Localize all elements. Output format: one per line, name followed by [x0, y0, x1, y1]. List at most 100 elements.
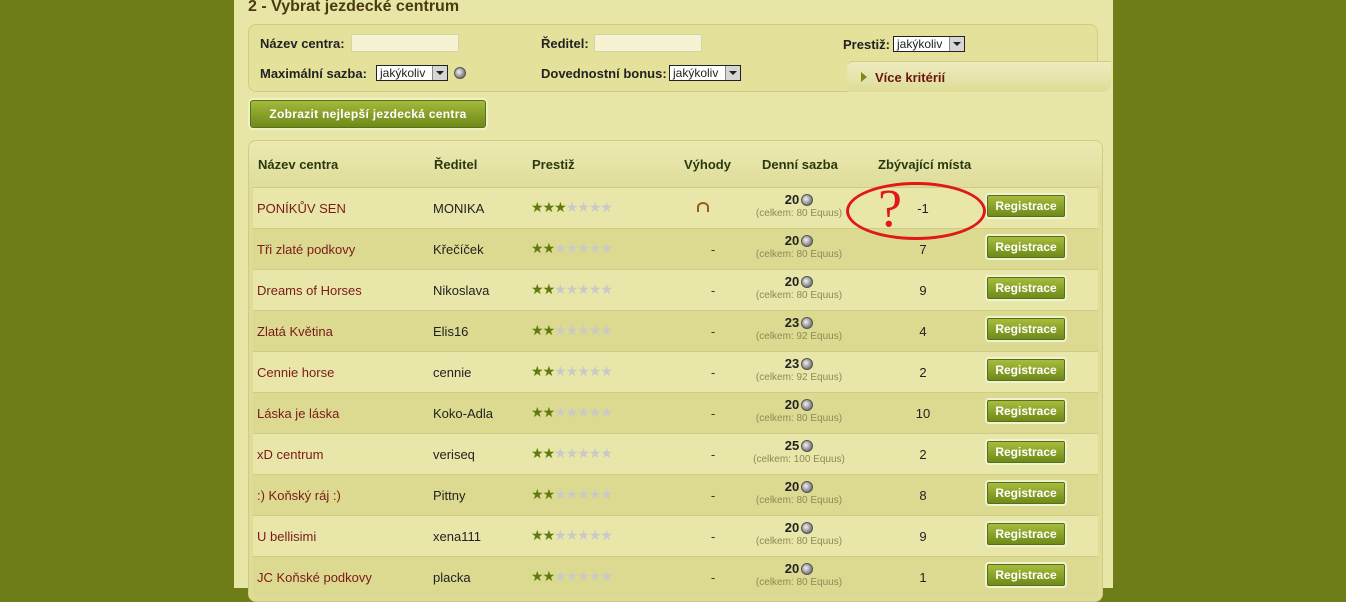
register-button[interactable]: Registrace	[987, 236, 1065, 258]
header-free-places[interactable]: Zbývající místa	[878, 157, 971, 172]
center-name-link[interactable]: :) Koňský ráj :)	[257, 488, 341, 503]
center-name-link[interactable]: U bellisimi	[257, 529, 316, 544]
table-row: :) Koňský ráj :) Pittny ★★★★★★★ - 20 (celkem:…	[253, 474, 1098, 515]
triangle-right-icon	[861, 72, 867, 82]
advantages-value: -	[710, 365, 716, 380]
advantages-value: -	[710, 488, 716, 503]
center-name-link[interactable]: xD centrum	[257, 447, 323, 462]
rate-total: (celkem: 80 Equus)	[755, 249, 843, 260]
register-button[interactable]: Registrace	[987, 318, 1065, 340]
star-icon: ★	[600, 445, 613, 461]
daily-rate: 20 (celkem: 80 Equus)	[747, 233, 851, 260]
skill-bonus-select-value: jakýkoliv	[673, 66, 719, 80]
rate-value: 20	[784, 479, 800, 494]
daily-rate: 20 (celkem: 80 Equus)	[747, 561, 851, 588]
star-icon: ★	[600, 486, 613, 502]
rate-total: (celkem: 80 Equus)	[755, 208, 843, 219]
coin-icon	[801, 399, 814, 411]
rate-value: 23	[784, 315, 800, 330]
prestige-label: Prestiž:	[843, 37, 890, 52]
free-places: 2	[919, 447, 927, 462]
prestige-stars: ★★★★★★★	[531, 282, 613, 297]
center-name-link[interactable]: Cennie horse	[257, 365, 334, 380]
annotation-question-mark: ?	[878, 178, 902, 238]
register-button[interactable]: Registrace	[987, 400, 1065, 422]
register-button[interactable]: Registrace	[987, 359, 1065, 381]
rate-total: (celkem: 80 Equus)	[755, 413, 843, 424]
table-row: U bellisimi xena111 ★★★★★★★ - 20 (celkem: 80 …	[253, 515, 1098, 556]
director-name: Elis16	[433, 324, 469, 339]
director-name: placka	[433, 570, 471, 585]
free-places: 8	[919, 488, 927, 503]
more-criteria-toggle[interactable]: Více kritérií	[847, 61, 1111, 92]
advantages-value: -	[710, 529, 716, 544]
prestige-select[interactable]: jakýkoliv	[893, 36, 965, 52]
rate-total: (celkem: 80 Equus)	[755, 290, 843, 301]
coin-icon	[454, 67, 466, 79]
register-button[interactable]: Registrace	[987, 564, 1065, 586]
prestige-stars: ★★★★★★★	[531, 486, 613, 502]
prestige-stars: ★★★★★★★	[531, 528, 613, 543]
header-name[interactable]: Název centra	[258, 157, 338, 172]
coin-icon	[801, 522, 814, 534]
chevron-down-icon	[725, 66, 740, 80]
center-name-link[interactable]: Tři zlaté podkovy	[257, 242, 355, 257]
center-name-link[interactable]: Láska je láska	[257, 406, 339, 421]
rate-total: (celkem: 92 Equus)	[755, 372, 843, 383]
daily-rate: 20 (celkem: 80 Equus)	[747, 397, 851, 424]
prestige-stars: ★★★★★★★	[531, 200, 613, 215]
horseshoe-icon	[697, 202, 709, 212]
daily-rate: 23 (celkem: 92 Equus)	[747, 315, 851, 342]
director-name: Koko-Adla	[433, 406, 493, 421]
rate-value: 23	[784, 356, 800, 371]
skill-bonus-select[interactable]: jakýkoliv	[669, 65, 741, 81]
max-rate-select[interactable]: jakýkoliv	[376, 65, 448, 81]
register-button[interactable]: Registrace	[987, 441, 1065, 463]
star-icon: ★	[600, 363, 613, 379]
coin-icon	[801, 235, 814, 247]
advantages-value: -	[710, 324, 716, 339]
director-name: veriseq	[433, 447, 475, 462]
rate-value: 20	[784, 274, 800, 289]
rate-total: (celkem: 80 Equus)	[755, 577, 843, 588]
coin-icon	[801, 317, 814, 329]
header-daily-rate[interactable]: Denní sazba	[762, 157, 838, 172]
table-header: Název centra Ředitel Prestiž Výhody Denn…	[249, 141, 1102, 187]
star-icon: ★	[600, 404, 613, 420]
prestige-stars: ★★★★★★★	[531, 404, 613, 420]
center-name-link[interactable]: Zlatá Květina	[257, 324, 333, 339]
daily-rate: 20 (celkem: 80 Equus)	[747, 479, 851, 506]
free-places: 2	[919, 365, 927, 380]
free-places: 10	[915, 406, 931, 421]
coin-icon	[801, 358, 814, 370]
header-director[interactable]: Ředitel	[434, 157, 477, 172]
table-row: JC Koňské podkovy placka ★★★★★★★ - 20 (celkem…	[253, 556, 1098, 597]
director-name: Křečíček	[433, 242, 484, 257]
center-name-input[interactable]	[351, 34, 459, 52]
register-button[interactable]: Registrace	[987, 195, 1065, 217]
register-button[interactable]: Registrace	[987, 523, 1065, 545]
director-name: cennie	[433, 365, 472, 380]
header-prestige[interactable]: Prestiž	[532, 157, 575, 172]
daily-rate: 23 (celkem: 92 Equus)	[747, 356, 851, 383]
free-places: 9	[919, 529, 927, 544]
center-name-link[interactable]: Dreams of Horses	[257, 283, 362, 298]
table-row: Tři zlaté podkovy Křečíček ★★★★★★★ - 20 (celk…	[253, 228, 1098, 269]
daily-rate: 20 (celkem: 80 Equus)	[747, 274, 851, 301]
register-button[interactable]: Registrace	[987, 482, 1065, 504]
header-advantages[interactable]: Výhody	[684, 157, 731, 172]
table-row: Cennie horse cennie ★★★★★★★ - 23 (celkem: 92 …	[253, 351, 1098, 392]
table-row: Dreams of Horses Nikoslava ★★★★★★★ - 20 (celk…	[253, 269, 1098, 310]
star-icon: ★	[600, 322, 613, 338]
chevron-down-icon	[949, 37, 964, 51]
center-name-link[interactable]: JC Koňské podkovy	[257, 570, 372, 585]
advantages-value: -	[710, 242, 716, 257]
show-best-centers-button[interactable]: Zobrazit nejlepší jezdecká centra	[250, 100, 486, 128]
register-button[interactable]: Registrace	[987, 277, 1065, 299]
center-name-link[interactable]: PONÍKŮV SEN	[257, 201, 346, 216]
director-input[interactable]	[594, 34, 702, 52]
table-row: Láska je láska Koko-Adla ★★★★★★★ - 20 (celkem…	[253, 392, 1098, 433]
director-name: xena111	[433, 529, 481, 544]
main-panel: 2 - Vybrat jezdecké centrum Název centra…	[234, 0, 1113, 602]
director-name: Nikoslava	[433, 283, 490, 298]
